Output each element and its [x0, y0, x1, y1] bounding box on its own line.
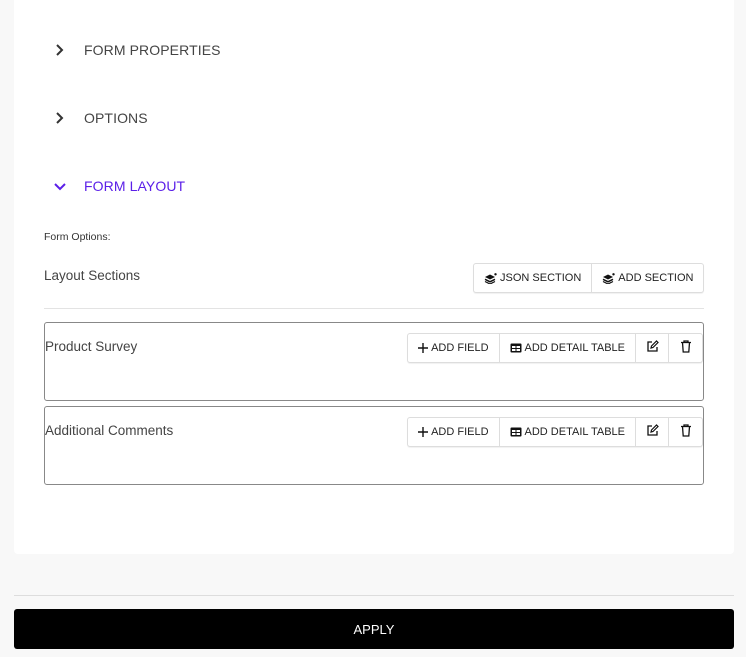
layout-section: Product Survey ADD FIELD ADD DETAIL TABL…: [44, 322, 704, 401]
add-detail-table-button[interactable]: ADD DETAIL TABLE: [500, 418, 636, 446]
add-field-label: ADD FIELD: [431, 426, 489, 438]
add-detail-table-label: ADD DETAIL TABLE: [524, 426, 625, 438]
section-toolbar: ADD FIELD ADD DETAIL TABLE: [407, 417, 703, 447]
chevron-right-icon: [54, 44, 66, 56]
accordion-form-properties[interactable]: FORM PROPERTIES: [54, 38, 221, 62]
add-field-button[interactable]: ADD FIELD: [408, 334, 500, 362]
add-section-button[interactable]: ADD SECTION: [592, 264, 703, 292]
section-name: Product Survey: [45, 339, 138, 354]
json-section-label: JSON SECTION: [500, 272, 582, 284]
layout-sections-title: Layout Sections: [44, 268, 141, 283]
json-section-button[interactable]: JSON SECTION: [474, 264, 593, 292]
edit-icon: [646, 340, 659, 356]
chevron-right-icon: [54, 112, 66, 124]
trash-icon: [680, 424, 692, 440]
add-section-label: ADD SECTION: [618, 272, 694, 284]
table-icon: [510, 343, 522, 353]
trash-icon: [680, 340, 692, 356]
plus-icon: [418, 427, 429, 437]
layers-plus-icon: [484, 272, 497, 284]
section-toolbar: ADD FIELD ADD DETAIL TABLE: [407, 333, 703, 363]
add-field-button[interactable]: ADD FIELD: [408, 418, 500, 446]
accordion-form-layout[interactable]: FORM LAYOUT: [54, 174, 185, 198]
accordion-label: FORM PROPERTIES: [84, 42, 221, 58]
edit-icon: [646, 424, 659, 440]
table-icon: [510, 427, 522, 437]
divider: [44, 308, 704, 309]
chevron-down-icon: [54, 180, 66, 192]
add-field-label: ADD FIELD: [431, 342, 489, 354]
section-name: Additional Comments: [45, 423, 174, 438]
edit-section-button[interactable]: [636, 418, 669, 446]
footer-divider: [14, 595, 734, 596]
settings-card: FORM PROPERTIES OPTIONS FORM LAYOUT Form…: [14, 0, 734, 554]
add-detail-table-button[interactable]: ADD DETAIL TABLE: [500, 334, 636, 362]
delete-section-button[interactable]: [669, 418, 702, 446]
accordion-label: FORM LAYOUT: [84, 178, 186, 194]
apply-button[interactable]: APPLY: [14, 609, 734, 649]
edit-section-button[interactable]: [636, 334, 669, 362]
plus-icon: [418, 343, 429, 353]
delete-section-button[interactable]: [669, 334, 702, 362]
layers-plus-icon: [602, 272, 615, 284]
form-options-label: Form Options:: [44, 231, 111, 243]
accordion-options[interactable]: OPTIONS: [54, 106, 148, 130]
add-detail-table-label: ADD DETAIL TABLE: [524, 342, 625, 354]
accordion-label: OPTIONS: [84, 110, 148, 126]
layout-section: Additional Comments ADD FIELD ADD DETAIL…: [44, 406, 704, 485]
section-actions: JSON SECTION ADD SECTION: [473, 263, 705, 293]
